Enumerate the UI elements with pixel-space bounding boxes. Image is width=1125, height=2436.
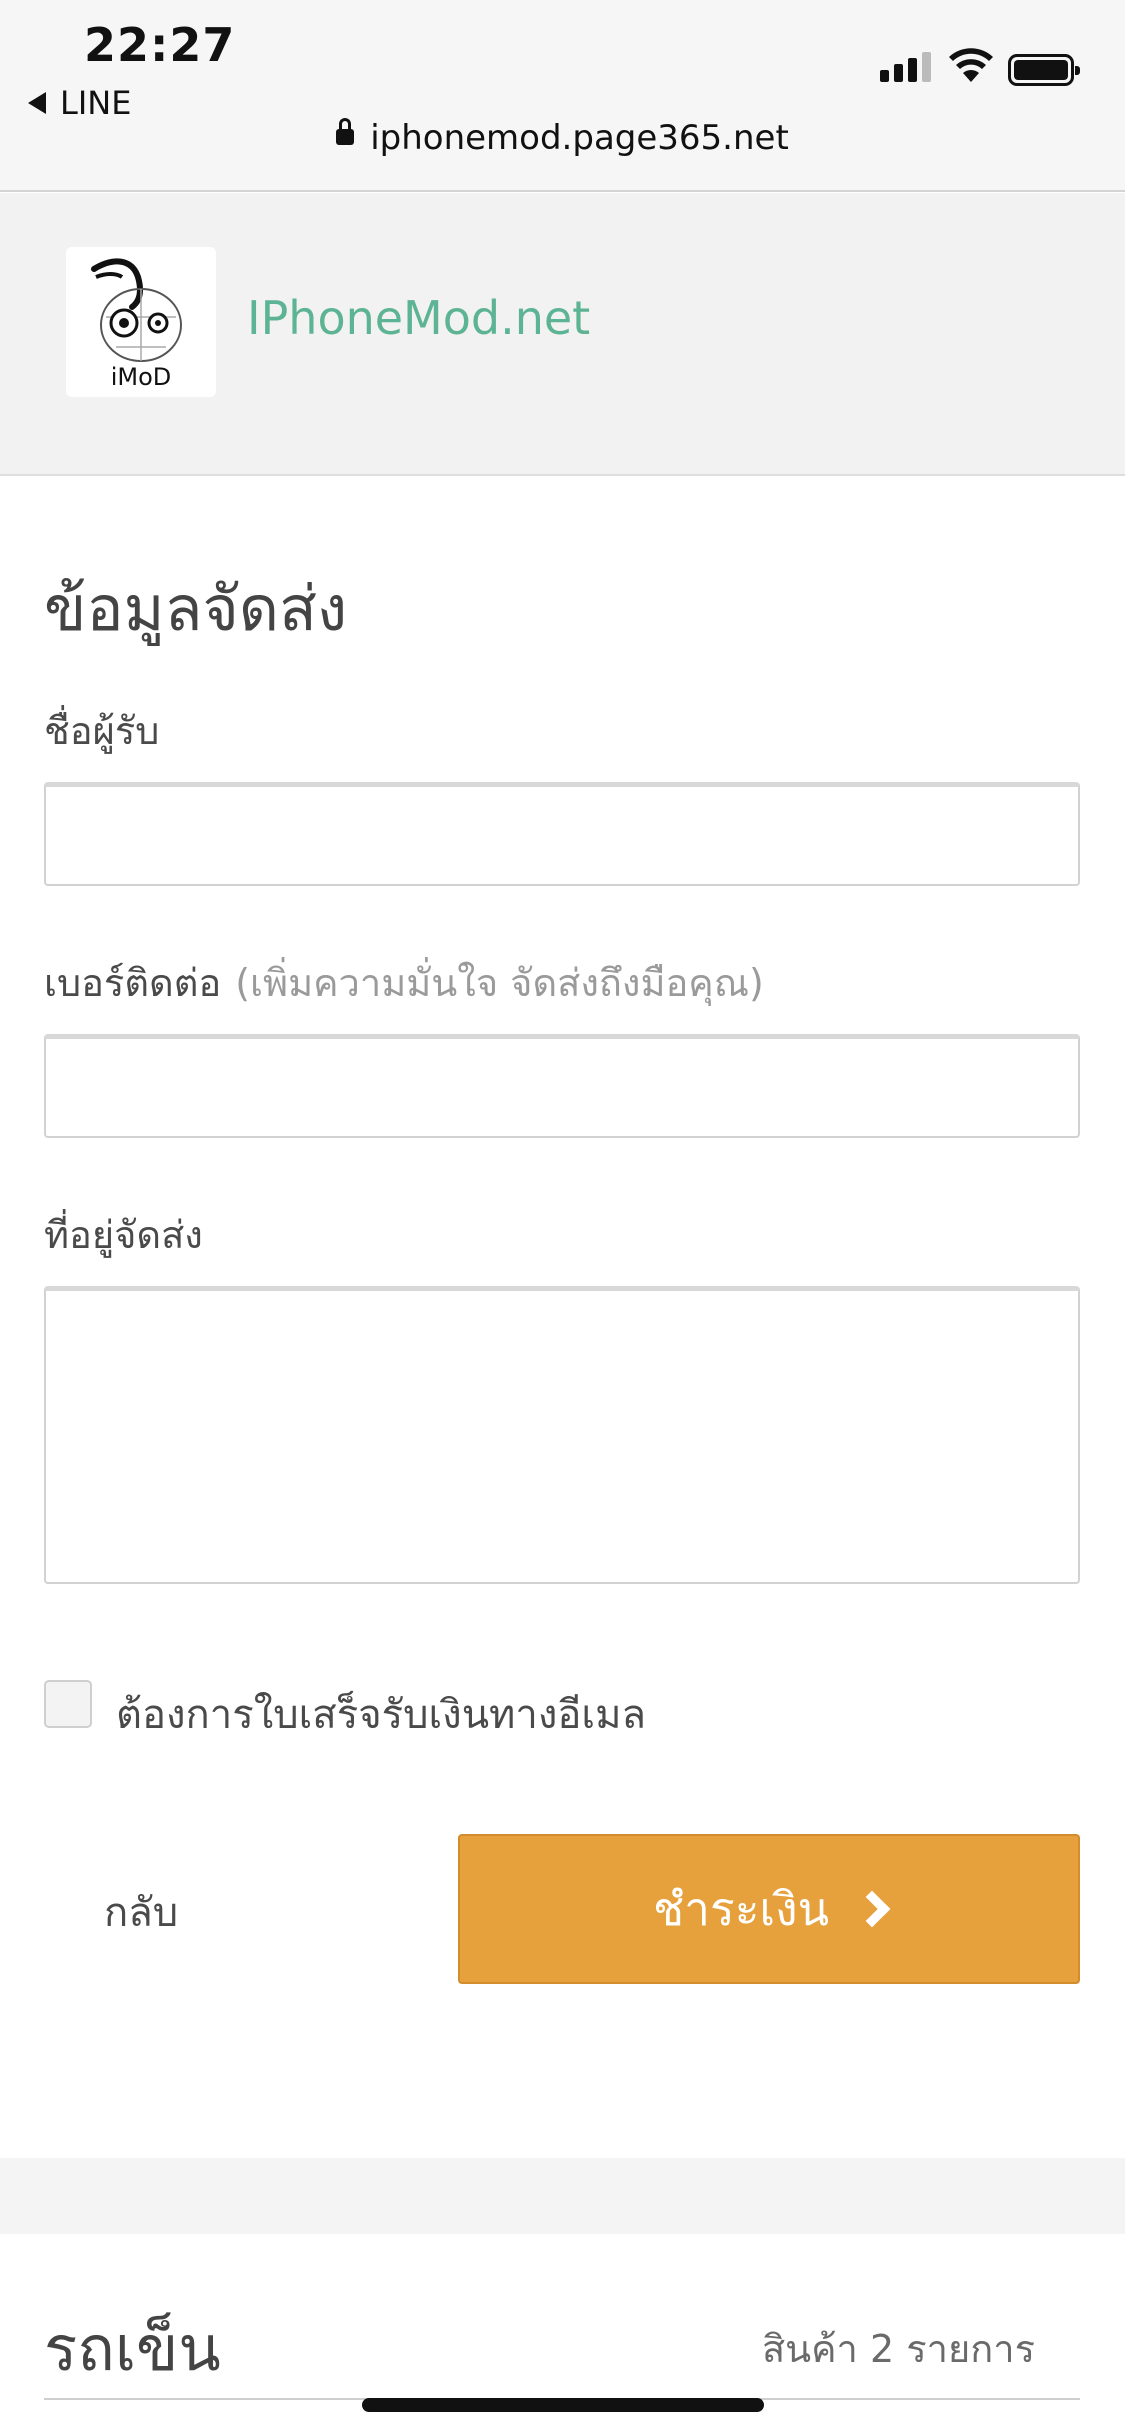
wifi-icon bbox=[949, 48, 993, 82]
signal-icon bbox=[880, 52, 931, 82]
url-text: iphonemod.page365.net bbox=[370, 118, 789, 158]
page-title: ข้อมูลจัดส่ง bbox=[44, 572, 348, 645]
pay-button[interactable]: ชำระเงิน bbox=[458, 1834, 1080, 1984]
back-button[interactable]: กลับ bbox=[104, 1880, 178, 1944]
back-app-label: LINE bbox=[60, 84, 132, 122]
home-indicator[interactable] bbox=[362, 2398, 764, 2412]
site-name[interactable]: IPhoneMod.net bbox=[247, 291, 590, 345]
pay-button-label: ชำระเงิน bbox=[652, 1881, 830, 1936]
address-label: ที่อยู่จัดส่ง bbox=[44, 1213, 203, 1257]
address-bar[interactable]: iphonemod.page365.net bbox=[0, 117, 1125, 158]
cart-title: รถเข็น bbox=[44, 2312, 221, 2385]
receipt-email-label[interactable]: ต้องการใบเสร็จรับเงินทางอีเมล bbox=[116, 1682, 646, 1746]
clock: 22:27 bbox=[84, 18, 236, 72]
receipt-email-checkbox[interactable] bbox=[44, 1680, 92, 1728]
site-logo[interactable]: iMoD bbox=[66, 247, 216, 397]
phone-label: เบอร์ติดต่อ (เพิ่มความมั่นใจ จัดส่งถึงมือ… bbox=[44, 952, 764, 1013]
site-header: iMoD IPhoneMod.net bbox=[0, 193, 1125, 476]
logo-text: iMoD bbox=[110, 363, 172, 391]
section-divider bbox=[0, 2158, 1125, 2234]
lock-icon bbox=[336, 117, 355, 145]
phone-label-text: เบอร์ติดต่อ bbox=[44, 961, 222, 1005]
back-triangle-icon bbox=[28, 92, 46, 114]
chevron-right-icon bbox=[853, 1890, 891, 1928]
phone-input[interactable] bbox=[44, 1034, 1080, 1138]
battery-icon bbox=[1008, 54, 1080, 86]
recipient-name-label: ชื่อผู้รับ bbox=[44, 709, 160, 753]
phone-hint: (เพิ่มความมั่นใจ จัดส่งถึงมือคุณ) bbox=[235, 961, 764, 1005]
recipient-name-input[interactable] bbox=[44, 782, 1080, 886]
cart-item-count: สินค้า 2 รายการ bbox=[761, 2327, 1035, 2371]
status-bar: 22:27 LINE iphonemod.page365.net bbox=[0, 0, 1125, 192]
back-to-app-link[interactable]: LINE bbox=[28, 84, 131, 122]
address-textarea[interactable] bbox=[44, 1286, 1080, 1584]
